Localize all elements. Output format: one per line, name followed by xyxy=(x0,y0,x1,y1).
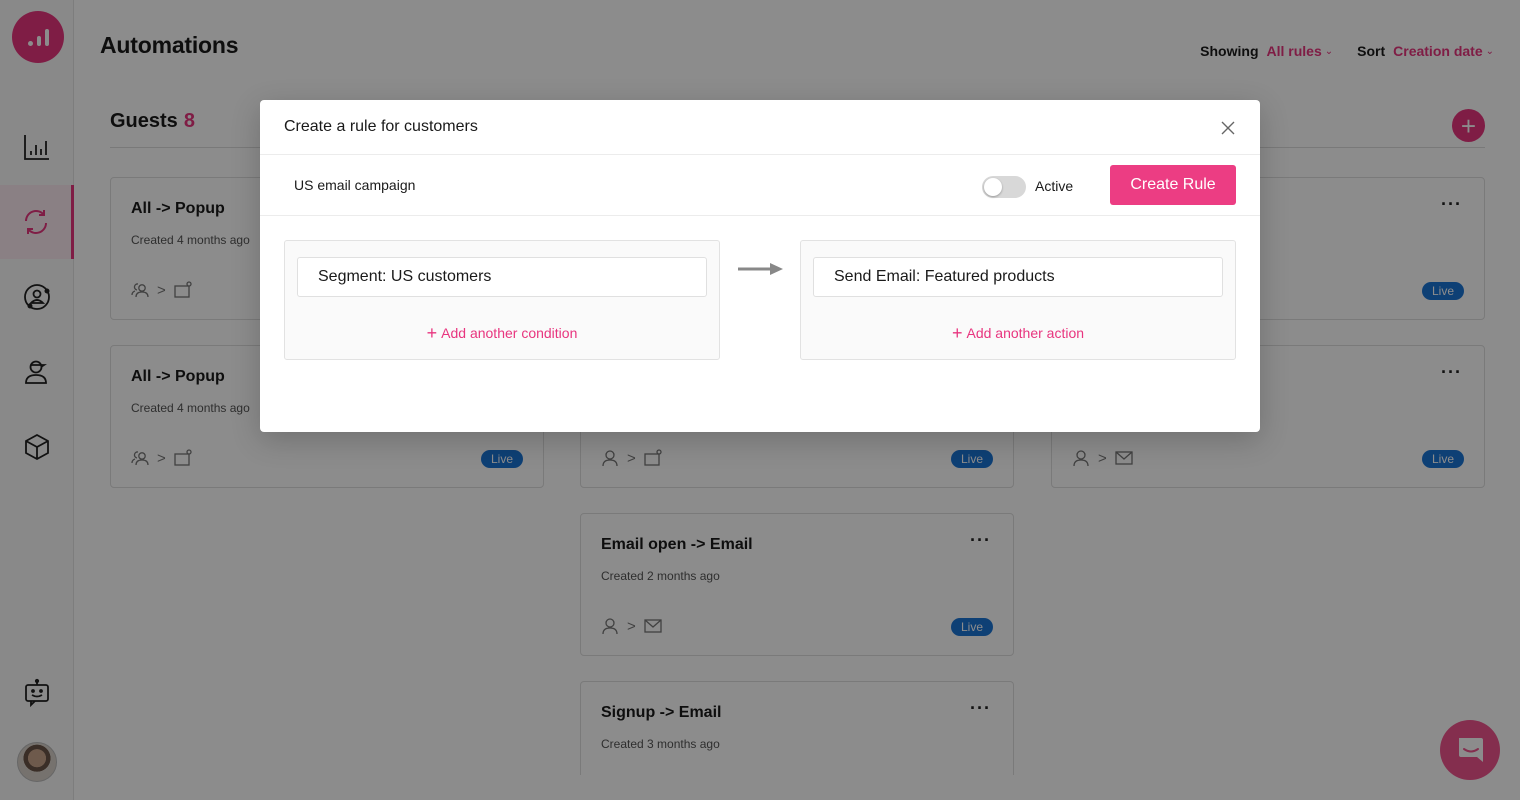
add-condition-link[interactable]: + Add another condition xyxy=(285,323,719,344)
add-condition-label: Add another condition xyxy=(441,325,578,341)
rule-settings-bar: Active Create Rule xyxy=(260,155,1260,216)
condition-field[interactable]: Segment: US customers xyxy=(297,257,707,297)
add-action-link[interactable]: + Add another action xyxy=(801,323,1235,344)
actions-panel: Send Email: Featured products + Add anoth… xyxy=(800,240,1236,360)
plus-icon: + xyxy=(951,323,963,343)
plus-icon: + xyxy=(426,323,438,343)
active-toggle[interactable] xyxy=(982,176,1026,198)
modal-header: Create a rule for customers xyxy=(260,100,1260,155)
conditions-panel: Segment: US customers + Add another condi… xyxy=(284,240,720,360)
arrow-right-icon xyxy=(738,263,783,275)
active-label: Active xyxy=(1035,178,1074,194)
add-action-label: Add another action xyxy=(966,325,1085,341)
modal-title: Create a rule for customers xyxy=(284,118,478,135)
create-rule-button[interactable]: Create Rule xyxy=(1110,165,1236,205)
create-rule-modal: Create a rule for customers Active Creat… xyxy=(260,100,1260,432)
close-icon[interactable] xyxy=(1218,118,1238,138)
rule-name-input[interactable] xyxy=(294,177,694,193)
action-field[interactable]: Send Email: Featured products xyxy=(813,257,1223,297)
toggle-knob xyxy=(984,178,1002,196)
